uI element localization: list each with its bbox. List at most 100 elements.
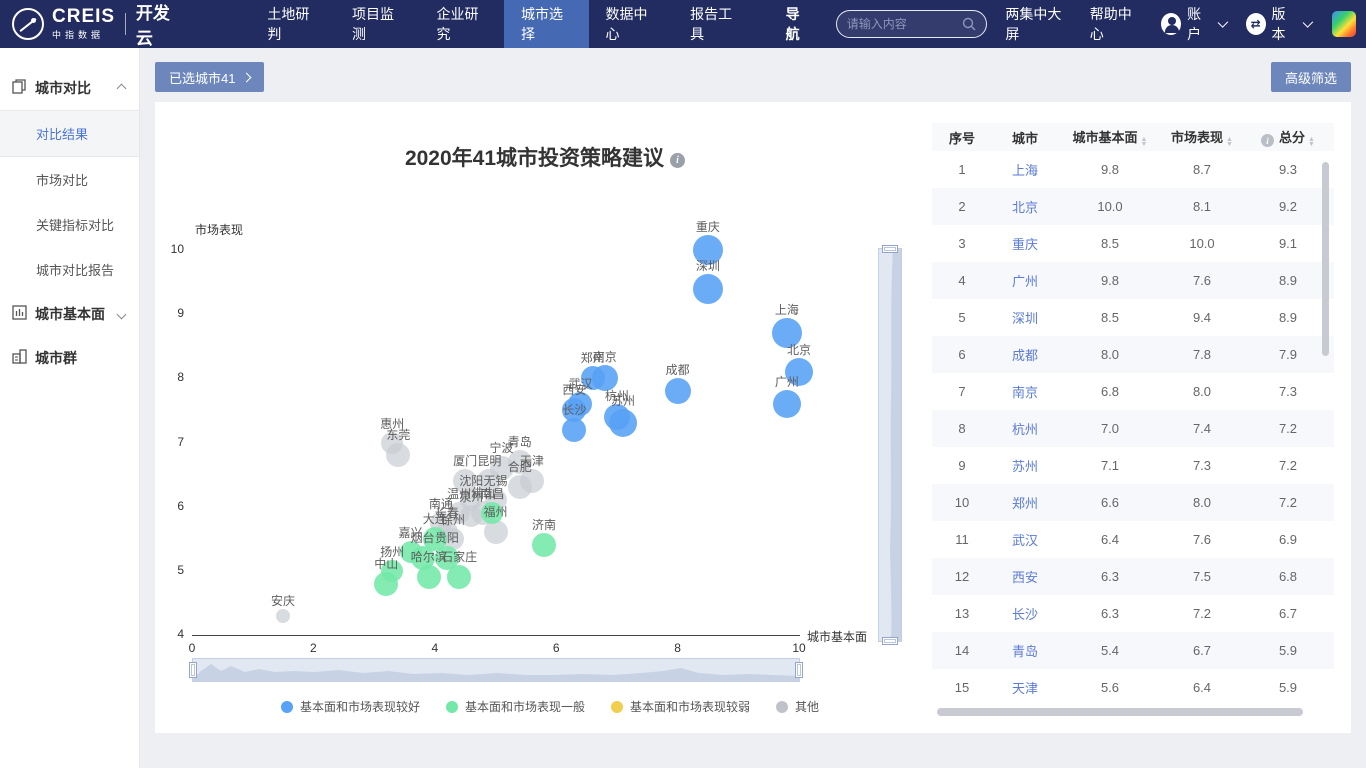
sidebar-subitem[interactable]: 对比结果 (0, 110, 139, 157)
scatter-bubble[interactable] (417, 565, 441, 589)
value-cell: 6.6 (1058, 484, 1162, 521)
search-input[interactable] (847, 17, 963, 31)
datazoom-handle[interactable] (189, 662, 197, 678)
y-axis-tick: 4 (158, 627, 184, 641)
legend-label: 基本面和市场表现较弱 (630, 698, 750, 715)
value-cell: 12 (932, 558, 992, 595)
legend-item[interactable]: 基本面和市场表现较好 (281, 698, 420, 715)
x-axis-tick: 2 (301, 641, 325, 655)
scatter-bubble[interactable] (693, 235, 723, 265)
logo[interactable]: CREIS 中指数据 开发云 (0, 0, 190, 49)
nav-item[interactable]: 企业研究 (419, 0, 504, 48)
sidebar-subitem[interactable]: 关键指标对比 (0, 202, 139, 247)
scatter-bubble[interactable] (447, 565, 471, 589)
nav-item[interactable]: 项目监测 (335, 0, 420, 48)
scatter-bubble[interactable] (609, 409, 637, 437)
sidebar-subitem[interactable]: 市场对比 (0, 157, 139, 202)
horizontal-scrollbar[interactable] (937, 708, 1303, 716)
y-axis-tick: 8 (158, 370, 184, 384)
sort-icon[interactable]: ▲▼ (1308, 137, 1315, 147)
scatter-bubble[interactable] (772, 318, 802, 348)
city-link[interactable]: 青岛 (1012, 644, 1038, 659)
sort-icon[interactable]: ▲▼ (1226, 137, 1233, 147)
version-icon: ⇄ (1246, 13, 1266, 35)
datazoom-handle[interactable] (882, 245, 898, 253)
version-menu[interactable]: ⇄ 版本 (1246, 4, 1310, 44)
city-link[interactable]: 天津 (1012, 681, 1038, 696)
scatter-bubble[interactable] (386, 443, 410, 467)
city-link[interactable]: 杭州 (1012, 422, 1038, 437)
help-center-link[interactable]: 帮助中心 (1090, 4, 1142, 44)
vertical-scrollbar[interactable] (1322, 162, 1329, 356)
big-screen-link[interactable]: 两集中大屏 (1005, 4, 1069, 44)
sidebar-item[interactable]: 城市对比 (0, 66, 139, 110)
legend-item[interactable]: 其他 (776, 698, 819, 715)
city-link[interactable]: 重庆 (1012, 237, 1038, 252)
city-link[interactable]: 深圳 (1012, 311, 1038, 326)
city-link[interactable]: 成都 (1012, 348, 1038, 363)
datazoom-handle[interactable] (882, 637, 898, 645)
value-cell: 8.5 (1058, 299, 1162, 336)
value-cell: 7.6 (1162, 262, 1242, 299)
city-link[interactable]: 西安 (1012, 570, 1038, 585)
value-cell: 10.0 (1058, 188, 1162, 225)
info-icon[interactable]: i (670, 153, 685, 168)
bubble-label: 南京 (593, 348, 617, 365)
account-menu[interactable]: 账户 (1161, 4, 1225, 44)
value-cell: 2 (932, 188, 992, 225)
city-link[interactable]: 南京 (1012, 385, 1038, 400)
chevron-down-icon (1302, 17, 1313, 28)
nav-item[interactable]: 数据中心 (589, 0, 674, 48)
search-box[interactable] (836, 10, 988, 38)
top-navbar: CREIS 中指数据 开发云 土地研判项目监测企业研究城市选择数据中心报告工具 … (0, 0, 1366, 48)
nav-item[interactable]: 报告工具 (673, 0, 758, 48)
scatter-bubble[interactable] (374, 572, 398, 596)
sidebar-subitem[interactable]: 城市对比报告 (0, 247, 139, 292)
city-link[interactable]: 北京 (1012, 200, 1038, 215)
scatter-bubble[interactable] (520, 469, 544, 493)
scatter-bubble[interactable] (773, 390, 801, 418)
city-link[interactable]: 广州 (1012, 274, 1038, 289)
city-link[interactable]: 苏州 (1012, 459, 1038, 474)
scatter-bubble[interactable] (562, 418, 586, 442)
nav-quick-link[interactable]: 导航 (786, 4, 814, 44)
scatter-bubble[interactable] (532, 533, 556, 557)
sort-icon[interactable]: ▲▼ (1141, 137, 1148, 147)
table-row: 13长沙6.37.26.7 (932, 595, 1334, 632)
y-axis-tick: 5 (158, 563, 184, 577)
advanced-filter-button[interactable]: 高级筛选 (1271, 62, 1351, 92)
legend-item[interactable]: 基本面和市场表现较弱 (611, 698, 750, 715)
scatter-bubble[interactable] (276, 609, 290, 623)
info-icon[interactable]: i (1261, 134, 1274, 147)
sidebar-item-label: 城市基本面 (35, 304, 110, 324)
city-cell: 重庆 (992, 225, 1058, 262)
table-row: 5深圳8.59.48.9 (932, 299, 1334, 336)
scatter-bubble[interactable] (785, 358, 813, 386)
x-datazoom-slider[interactable] (192, 658, 800, 682)
selected-cities-button[interactable]: 已选城市41 (155, 62, 264, 92)
theme-color-icon[interactable] (1332, 11, 1356, 37)
scatter-bubble[interactable] (693, 274, 723, 304)
y-datazoom-slider[interactable] (878, 248, 902, 642)
sidebar-item[interactable]: 城市群 (0, 336, 139, 380)
value-cell: 6.4 (1058, 521, 1162, 558)
city-cell: 郑州 (992, 484, 1058, 521)
nav-item[interactable]: 城市选择 (504, 0, 589, 48)
sidebar-menu: 城市对比对比结果市场对比关键指标对比城市对比报告城市基本面城市群 (0, 66, 139, 380)
scatter-chart: 2020年41城市投资策略建议i 市场表现 城市基本面 109876540246… (155, 102, 945, 733)
nav-item[interactable]: 土地研判 (250, 0, 335, 48)
city-link[interactable]: 武汉 (1012, 533, 1038, 548)
table-header-cell: 序号 (932, 123, 992, 151)
scatter-bubble[interactable] (665, 378, 691, 404)
datazoom-handle[interactable] (795, 662, 803, 678)
scatter-bubble[interactable] (581, 366, 605, 390)
table-row: 15天津5.66.45.9 (932, 669, 1334, 706)
sidebar-item[interactable]: 城市基本面 (0, 292, 139, 336)
scatter-bubble[interactable] (484, 520, 508, 544)
selected-cities-label: 已选城市41 (169, 68, 235, 87)
city-link[interactable]: 郑州 (1012, 496, 1038, 511)
city-link[interactable]: 长沙 (1012, 607, 1038, 622)
city-link[interactable]: 上海 (1012, 163, 1038, 178)
table-row: 3重庆8.510.09.1 (932, 225, 1334, 262)
legend-item[interactable]: 基本面和市场表现一般 (446, 698, 585, 715)
